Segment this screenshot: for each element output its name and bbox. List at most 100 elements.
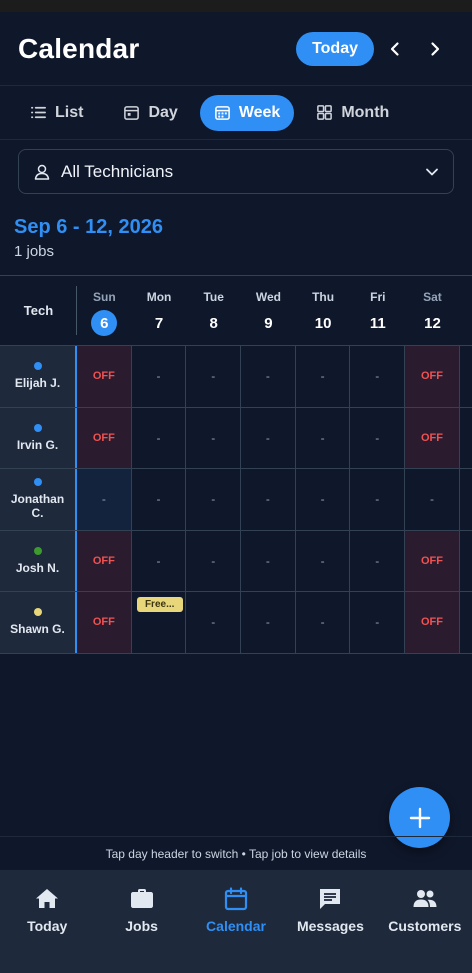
technician-color-dot: [33, 478, 42, 487]
date-range-title: Sep 6 - 12, 2026: [14, 216, 163, 238]
schedule-cell[interactable]: -: [296, 469, 351, 530]
tech-column-header: Tech: [23, 303, 54, 318]
day-off-cell[interactable]: OFF: [405, 346, 460, 407]
help-hint: Tap day header to switch • Tap job to vi…: [0, 836, 472, 870]
list-icon: [31, 106, 46, 119]
schedule-cell[interactable]: -: [296, 592, 351, 653]
technician-row: Shawn G. OFF Free... - - - - OFF: [0, 592, 472, 654]
view-tab-label: Day: [148, 103, 178, 121]
schedule-cell[interactable]: -: [296, 407, 351, 468]
view-tab-week[interactable]: Week: [199, 94, 295, 131]
schedule-cell[interactable]: -: [77, 469, 132, 530]
schedule-cell[interactable]: -: [350, 407, 406, 468]
tab-label: Calendar: [206, 918, 266, 934]
day-off-cell[interactable]: OFF: [77, 346, 132, 407]
schedule-cell[interactable]: -: [350, 592, 406, 653]
schedule-cell[interactable]: -: [350, 346, 406, 407]
day-number: 12: [424, 314, 441, 332]
day-header-sat[interactable]: Sat 12: [405, 276, 460, 345]
tab-label: Customers: [388, 918, 462, 934]
schedule-cell[interactable]: -: [350, 469, 406, 530]
technician-name: Irvin G.: [16, 437, 59, 452]
day-header-thu[interactable]: Thu 10: [296, 276, 351, 345]
briefcase-icon: [130, 889, 153, 908]
day-number: 11: [369, 314, 386, 332]
schedule-cell[interactable]: -: [296, 530, 351, 591]
schedule-cell[interactable]: -: [132, 346, 187, 407]
day-header-fri[interactable]: Fri 11: [350, 276, 405, 345]
message-icon: [320, 889, 341, 909]
technician-cell: Irvin G.: [0, 407, 77, 468]
day-header-wed[interactable]: Wed 9: [241, 276, 296, 345]
chevron-down-icon: [426, 168, 438, 175]
day-number: 8: [209, 314, 218, 332]
schedule-cell[interactable]: -: [241, 530, 296, 591]
schedule-cell[interactable]: -: [241, 592, 296, 653]
schedule-cell[interactable]: -: [132, 530, 187, 591]
day-header-sun[interactable]: Sun 6: [77, 276, 132, 345]
technician-cell: Josh N.: [0, 530, 77, 591]
tab-jobs[interactable]: Jobs: [94, 886, 188, 973]
grid-icon: [317, 105, 333, 120]
chevron-left-icon: [390, 41, 399, 56]
tab-messages[interactable]: Messages: [283, 886, 377, 973]
today-button[interactable]: Today: [296, 31, 374, 66]
app-header: Calendar Today: [0, 12, 472, 86]
day-header-mon[interactable]: Mon 7: [132, 276, 187, 345]
tab-label: Jobs: [125, 918, 158, 934]
person-icon: [34, 164, 50, 180]
tab-customers[interactable]: Customers: [378, 886, 472, 973]
tab-today[interactable]: Today: [0, 886, 94, 973]
technician-filter-dropdown[interactable]: All Technicians: [18, 149, 454, 194]
filter-label: All Technicians: [61, 161, 174, 181]
day-name: Fri: [370, 290, 386, 304]
next-week-button[interactable]: [416, 32, 454, 66]
view-tab-label: Week: [238, 103, 281, 121]
day-off-cell[interactable]: OFF: [405, 592, 460, 653]
schedule-cell[interactable]: -: [186, 530, 242, 591]
view-tab-day[interactable]: Day: [105, 95, 195, 131]
schedule-cell[interactable]: -: [241, 346, 296, 407]
home-icon: [36, 889, 59, 908]
schedule-cell[interactable]: -: [132, 407, 187, 468]
job-count: 1 jobs: [14, 243, 55, 260]
technician-row: Josh N. OFF - - - - - OFF: [0, 530, 472, 592]
view-tab-month[interactable]: Month: [298, 95, 407, 131]
schedule-cell[interactable]: -: [350, 530, 406, 591]
previous-week-button[interactable]: [376, 32, 414, 66]
tab-label: Messages: [296, 918, 364, 934]
day-off-cell[interactable]: OFF: [405, 407, 460, 468]
schedule-cell[interactable]: -: [186, 592, 242, 653]
tab-label: Today: [27, 918, 68, 934]
day-name: Wed: [255, 290, 281, 304]
view-tab-list[interactable]: List: [12, 95, 101, 131]
calendar-icon: [224, 887, 248, 911]
day-name: Tue: [203, 290, 224, 304]
schedule-cell[interactable]: -: [405, 469, 460, 530]
day-number: 10: [314, 314, 332, 332]
day-off-cell[interactable]: OFF: [77, 407, 132, 468]
day-number: 7: [154, 314, 164, 332]
technician-name: Elijah J.: [14, 376, 61, 391]
schedule-cell[interactable]: Free...: [132, 592, 187, 653]
tab-calendar[interactable]: Calendar: [189, 886, 283, 973]
day-off-cell[interactable]: OFF: [77, 592, 132, 653]
schedule-cell[interactable]: -: [186, 407, 242, 468]
day-icon: [124, 106, 140, 120]
schedule-cell[interactable]: -: [296, 346, 351, 407]
schedule-cell[interactable]: -: [241, 469, 296, 530]
schedule-cell[interactable]: -: [186, 346, 242, 407]
day-header-tue[interactable]: Tue 8: [186, 276, 241, 345]
people-icon: [413, 890, 437, 907]
technician-row: Irvin G. OFF - - - - - OFF: [0, 407, 472, 469]
day-off-cell[interactable]: OFF: [405, 530, 460, 591]
day-off-cell[interactable]: OFF: [77, 530, 132, 591]
page-title: Calendar: [18, 32, 140, 64]
plus-icon: [409, 807, 430, 828]
schedule-cell[interactable]: -: [132, 469, 187, 530]
job-chip[interactable]: Free...: [136, 597, 183, 612]
schedule-cell[interactable]: -: [186, 469, 242, 530]
day-number: 9: [264, 314, 273, 332]
status-bar: [0, 0, 472, 12]
schedule-cell[interactable]: -: [241, 407, 296, 468]
